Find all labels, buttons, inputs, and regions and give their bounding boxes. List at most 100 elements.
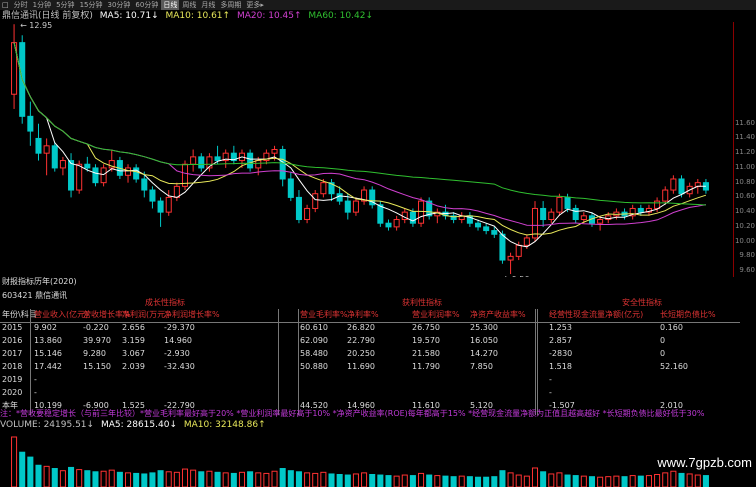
candle-body xyxy=(247,152,254,169)
volume-bar xyxy=(11,436,18,487)
period-tab-4[interactable]: 30分钟 xyxy=(105,0,132,10)
volume-bar xyxy=(580,475,587,487)
period-tab-6[interactable]: 日线 xyxy=(161,0,180,10)
candle-body xyxy=(51,145,58,169)
candle-body xyxy=(499,233,506,261)
cell-value: 16.050 xyxy=(470,336,498,345)
volume-bar xyxy=(450,476,457,487)
volume-chart[interactable] xyxy=(0,431,734,487)
period-tab-2[interactable]: 5分钟 xyxy=(54,0,76,10)
period-tab-1[interactable]: 1分钟 xyxy=(31,0,53,10)
volume-bar xyxy=(442,475,449,487)
col-header: 营业利润率% xyxy=(412,310,460,319)
volume-bar xyxy=(670,470,677,487)
table-divider xyxy=(298,309,299,415)
period-tab-3[interactable]: 15分钟 xyxy=(78,0,105,10)
group-title: 获利性指标 xyxy=(402,298,442,307)
table-divider xyxy=(278,309,279,415)
volume-bar xyxy=(255,472,262,487)
volume-bar xyxy=(361,472,368,487)
volume-bar xyxy=(214,471,221,487)
cell-value: 15.146 xyxy=(34,349,62,358)
candle-body xyxy=(548,211,555,221)
candle-body xyxy=(556,196,563,213)
cell-value: 2.857 xyxy=(549,336,572,345)
period-tab-8[interactable]: 月线 xyxy=(199,0,217,10)
period-tab-0[interactable]: 分时 xyxy=(12,0,30,10)
period-tab-5[interactable]: 60分钟 xyxy=(133,0,160,10)
volume-bar xyxy=(629,475,636,487)
volume-bar xyxy=(141,473,148,487)
volume-bar xyxy=(116,471,123,487)
price-tick: 10.80 xyxy=(734,177,755,186)
candle-body xyxy=(84,163,91,169)
candle-body xyxy=(580,215,587,221)
period-tab-9[interactable]: 多周期 xyxy=(218,0,243,10)
volume-ma10: MA10: 32148.86↑ xyxy=(183,420,266,430)
cell-value: 3.159 xyxy=(122,336,145,345)
volume-bar xyxy=(523,475,530,487)
volume-bar xyxy=(466,476,473,487)
cell-value: 25.300 xyxy=(470,323,498,332)
volume-bar xyxy=(434,475,441,487)
stock-code: 603421 鼎信通讯 xyxy=(2,291,68,300)
cell-value: -0.220 xyxy=(83,323,109,332)
volume-bar xyxy=(190,469,197,487)
candle-body xyxy=(279,149,286,180)
volume-bar xyxy=(418,472,425,487)
cell-value: 11.790 xyxy=(412,362,440,371)
volume-bar xyxy=(678,472,685,487)
cell-value: 13.860 xyxy=(34,336,62,345)
volume-bar xyxy=(475,476,482,487)
volume-bar xyxy=(556,472,563,487)
volume-bar xyxy=(385,475,392,487)
volume-bar xyxy=(352,473,359,487)
period-tab-7[interactable]: 周线 xyxy=(180,0,198,10)
candle-body xyxy=(133,167,140,180)
row-year: 2015 xyxy=(2,323,23,332)
cell-value: 1.518 xyxy=(549,362,572,371)
candle-body xyxy=(214,156,221,162)
candle-body xyxy=(662,189,669,202)
cell-value: 39.970 xyxy=(83,336,111,345)
candle-body xyxy=(507,255,514,261)
table-divider xyxy=(537,309,538,415)
price-tick: 11.60 xyxy=(734,118,755,127)
candle-body xyxy=(295,196,302,221)
candle-body xyxy=(157,200,164,213)
cell-value: 26.820 xyxy=(347,323,375,332)
candle-body xyxy=(678,178,685,195)
volume-bar xyxy=(344,474,351,487)
price-tick: 10.60 xyxy=(734,192,755,201)
candle-body xyxy=(255,160,262,169)
volume-bar xyxy=(531,467,539,487)
volume-bar xyxy=(76,469,83,487)
volume-bar xyxy=(271,470,278,487)
col-header: 净利润(万元) xyxy=(122,310,169,319)
menu-square-icon[interactable]: □ xyxy=(0,0,11,10)
volume-bar xyxy=(43,465,50,487)
volume-bar xyxy=(108,469,115,487)
cell-value: 21.580 xyxy=(412,349,440,358)
candle-body xyxy=(352,200,359,213)
candle-body xyxy=(572,207,579,221)
candle-body xyxy=(271,149,278,154)
volume-bar xyxy=(198,471,205,487)
volume-bar xyxy=(222,472,229,487)
candle-body xyxy=(523,237,530,246)
volume-bar xyxy=(409,475,416,487)
cell-value: 62.090 xyxy=(300,336,328,345)
candle-body xyxy=(540,207,547,221)
ma5-legend: MA5: 10.71↓ xyxy=(99,11,159,21)
volume-bar xyxy=(84,470,91,487)
ma20-legend: MA20: 10.45↑ xyxy=(236,11,302,21)
price-tick: 10.00 xyxy=(734,236,755,245)
ma60-line xyxy=(13,42,706,206)
cell-value: 50.880 xyxy=(300,362,328,371)
period-tab-10[interactable]: 更多▸ xyxy=(244,0,266,10)
watermark: www.7gpzb.com xyxy=(657,455,752,470)
ma10-line xyxy=(13,42,707,236)
volume-bar xyxy=(393,475,400,487)
candlestick-chart[interactable]: ← 12.95L 9.56 xyxy=(0,22,756,277)
volume-bar xyxy=(613,475,620,487)
